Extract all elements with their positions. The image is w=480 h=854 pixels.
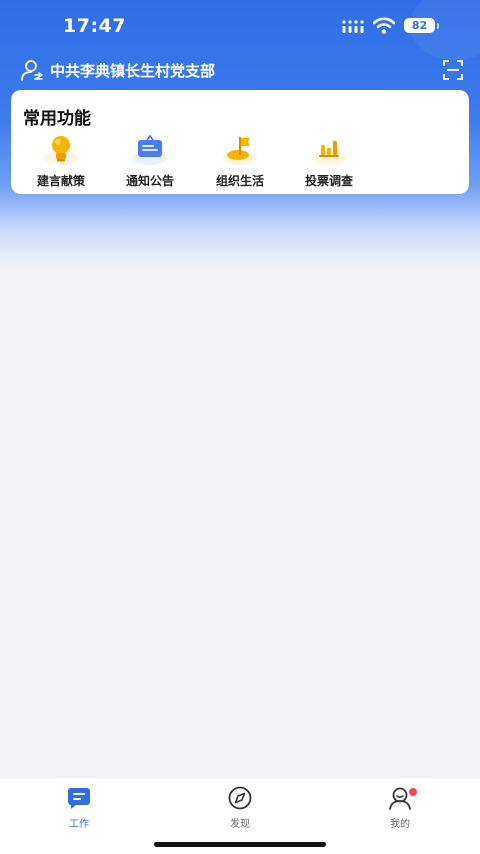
cellular-signal-icon bbox=[342, 20, 364, 33]
status-time: 17:47 bbox=[63, 15, 126, 37]
bar-chart-icon bbox=[312, 141, 346, 165]
func-label: 通知公告 bbox=[125, 174, 174, 188]
battery-cap bbox=[437, 23, 439, 29]
battery-level: 82 bbox=[404, 18, 435, 33]
notification-badge bbox=[409, 788, 417, 796]
func-label: 组织生活 bbox=[215, 174, 264, 188]
switch-org-icon[interactable] bbox=[20, 58, 44, 82]
home-indicator bbox=[154, 842, 326, 847]
wifi-icon bbox=[373, 17, 395, 34]
tab-label: 工作 bbox=[69, 819, 89, 830]
compass-icon bbox=[228, 786, 252, 810]
notice-board-icon bbox=[133, 134, 167, 165]
tab-work[interactable]: 工作 bbox=[39, 784, 119, 830]
func-suggestions[interactable]: 建言献策 bbox=[26, 134, 96, 190]
func-label: 建言献策 bbox=[36, 174, 85, 188]
lightbulb-icon bbox=[44, 136, 78, 165]
party-flag-icon bbox=[223, 137, 257, 165]
scan-icon[interactable] bbox=[443, 60, 463, 80]
func-notices[interactable]: 通知公告 bbox=[115, 134, 185, 190]
tab-label: 发现 bbox=[230, 819, 250, 830]
org-header: 中共李典镇长生村党支部 bbox=[0, 55, 480, 85]
func-voting[interactable]: 投票调查 bbox=[294, 134, 364, 190]
tab-label: 我的 bbox=[390, 819, 410, 830]
quick-functions-title: 常用功能 bbox=[23, 109, 91, 129]
status-bar: 17:47 82 bbox=[0, 0, 480, 50]
org-name[interactable]: 中共李典镇长生村党支部 bbox=[50, 60, 215, 81]
func-org-life[interactable]: 组织生活 bbox=[205, 134, 275, 190]
tab-discover[interactable]: 发现 bbox=[200, 784, 280, 830]
tab-profile[interactable]: 我的 bbox=[360, 784, 440, 830]
work-icon bbox=[68, 788, 90, 809]
quick-functions-card: 常用功能 建言献策 通知公告 组织生活 投票调查 bbox=[11, 90, 469, 194]
func-label: 投票调查 bbox=[304, 174, 353, 188]
